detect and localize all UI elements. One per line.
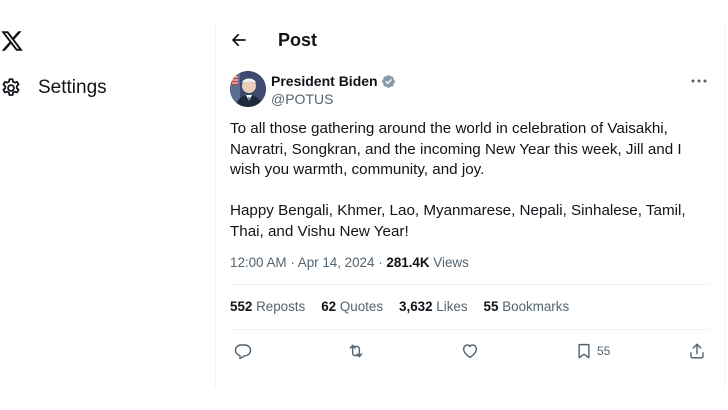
- settings-label: Settings: [38, 77, 107, 98]
- back-arrow-icon[interactable]: [230, 31, 248, 49]
- post-detail-column: Post President Biden @POTUS To all those…: [215, 22, 725, 388]
- bookmark-button[interactable]: 55: [575, 340, 610, 362]
- reposts-label: Reposts: [256, 299, 306, 314]
- views-count: 281.4K: [386, 255, 430, 270]
- bookmarks-stat[interactable]: 55 Bookmarks: [484, 299, 570, 314]
- share-icon: [690, 343, 704, 359]
- reply-icon: [234, 344, 252, 360]
- author-name-row: President Biden: [271, 73, 396, 89]
- post-meta: 12:00 AM · Apr 14, 2024 · 281.4K Views: [230, 255, 469, 270]
- reposts-count: 552: [230, 299, 253, 314]
- divider: [230, 284, 710, 285]
- post-paragraph: Happy Bengali, Khmer, Lao, Myanmarese, N…: [230, 202, 686, 240]
- repost-icon: [349, 344, 363, 358]
- left-nav: Settings: [0, 0, 215, 410]
- repost-button[interactable]: [347, 340, 365, 362]
- post-time[interactable]: 12:00 AM: [230, 255, 287, 270]
- post-date[interactable]: Apr 14, 2024: [298, 255, 375, 270]
- likes-count: 3,632: [399, 299, 433, 314]
- bookmarks-label: Bookmarks: [502, 299, 570, 314]
- page-title: Post: [278, 30, 318, 50]
- views-label: Views: [433, 255, 469, 270]
- share-button[interactable]: [688, 340, 706, 362]
- bookmarks-count: 55: [483, 299, 499, 314]
- verified-badge-icon[interactable]: [381, 74, 396, 89]
- post-text: To all those gathering around the world …: [230, 119, 714, 242]
- reposts-stat[interactable]: 552 Reposts: [230, 299, 305, 314]
- avatar[interactable]: [230, 71, 266, 107]
- post-paragraph: To all those gathering around the world …: [230, 120, 682, 178]
- avatar-image: [230, 71, 266, 107]
- like-button[interactable]: [461, 340, 479, 362]
- quotes-label: Quotes: [339, 299, 384, 314]
- settings-nav-item[interactable]: Settings: [0, 76, 107, 100]
- quotes-stat[interactable]: 62 Quotes: [321, 299, 383, 314]
- likes-label: Likes: [436, 299, 468, 314]
- post-header: Post: [216, 22, 724, 62]
- bookmark-icon: [578, 343, 590, 359]
- likes-stat[interactable]: 3,632 Likes: [399, 299, 468, 314]
- post-actions: 55: [216, 340, 724, 364]
- author-name[interactable]: President Biden: [271, 73, 378, 89]
- bookmark-count: 55: [597, 344, 611, 358]
- divider: [230, 329, 710, 330]
- x-logo-icon[interactable]: [0, 29, 24, 53]
- author-handle[interactable]: @POTUS: [271, 91, 333, 107]
- meta-separator: ·: [290, 255, 298, 270]
- quotes-count: 62: [321, 299, 337, 314]
- more-options-icon[interactable]: [690, 74, 708, 88]
- heart-icon: [462, 344, 478, 359]
- gear-icon: [2, 78, 20, 96]
- engagement-stats: 552 Reposts 62 Quotes 3,632 Likes 55 Boo…: [230, 299, 585, 314]
- reply-button[interactable]: [234, 340, 252, 362]
